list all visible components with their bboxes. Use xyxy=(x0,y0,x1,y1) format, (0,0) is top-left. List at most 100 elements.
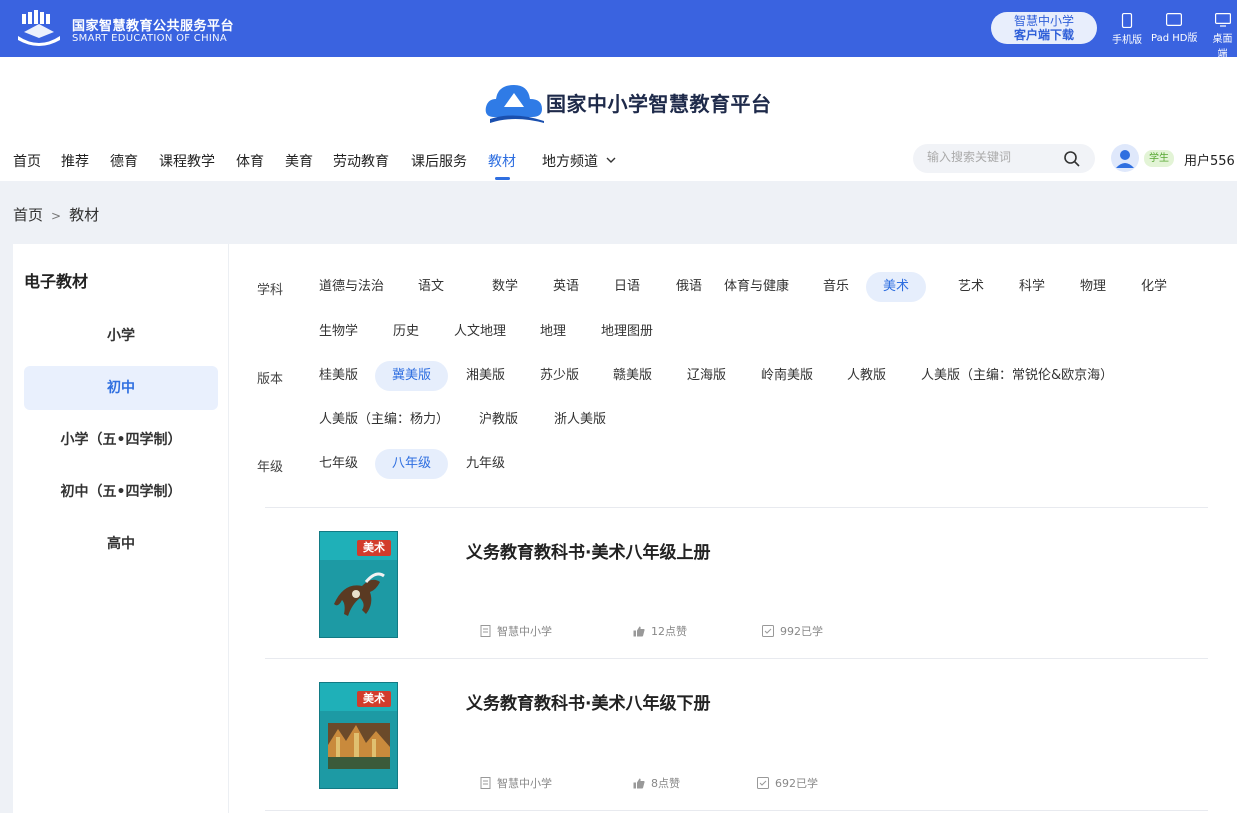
subject-label: 学科 xyxy=(257,283,284,298)
edition-chip-active[interactable]: 冀美版 xyxy=(375,361,449,391)
client-download-button[interactable]: 智慧中小学 客户端下载 xyxy=(991,12,1097,44)
sidebar-title: 电子教材 xyxy=(24,272,89,291)
breadcrumb-home[interactable]: 首页 xyxy=(13,206,43,224)
learners-count: 692已学 xyxy=(775,777,818,790)
edition-chip[interactable]: 苏少版 xyxy=(523,361,596,391)
subject-chip[interactable]: 地理 xyxy=(523,317,583,347)
chevron-down-icon xyxy=(606,157,616,163)
nav-textbooks[interactable]: 教材 xyxy=(488,151,516,171)
sidebar-item-senior[interactable]: 高中 xyxy=(24,522,218,566)
edition-chip[interactable]: 岭南美版 xyxy=(744,361,830,391)
subject-chip[interactable]: 日语 xyxy=(597,272,657,302)
edition-chip[interactable]: 湘美版 xyxy=(449,361,522,391)
subject-chip[interactable]: 科学 xyxy=(1002,272,1062,302)
likes-count: 8点赞 xyxy=(651,777,680,790)
edition-chip[interactable]: 人美版（主编：杨力） xyxy=(302,405,466,435)
top-bar: 国家智慧教育公共服务平台 SMART EDUCATION OF CHINA 智慧… xyxy=(0,0,1237,60)
document-icon xyxy=(480,777,491,789)
learned-icon xyxy=(762,625,774,637)
book-likes: 12点赞 xyxy=(633,623,687,639)
subject-chip[interactable]: 物理 xyxy=(1063,272,1123,302)
nav-sports[interactable]: 体育 xyxy=(236,151,264,171)
nav-recommend[interactable]: 推荐 xyxy=(61,151,89,171)
book-cover[interactable]: 美术 xyxy=(319,682,398,789)
book-title[interactable]: 义务教育教科书·美术八年级上册 xyxy=(466,538,710,563)
document-icon xyxy=(480,625,491,637)
likes-count: 12点赞 xyxy=(651,625,687,638)
cover-title: 美术 xyxy=(357,540,391,556)
search-box xyxy=(913,144,1095,173)
grade-chip-active[interactable]: 八年级 xyxy=(375,449,449,479)
edition-chip[interactable]: 赣美版 xyxy=(596,361,669,391)
breadcrumb-current: 教材 xyxy=(69,206,100,224)
device-phone[interactable]: 手机版 xyxy=(1112,13,1142,46)
username[interactable]: 用户556 xyxy=(1184,150,1235,169)
book-likes: 8点赞 xyxy=(633,775,680,791)
edition-chip[interactable]: 人美版（主编：常锐伦&欧京海） xyxy=(904,361,1130,391)
edition-chip[interactable]: 沪教版 xyxy=(462,405,535,435)
subject-chip[interactable]: 历史 xyxy=(376,317,436,347)
subject-chip[interactable]: 地理图册 xyxy=(584,317,670,347)
phone-icon xyxy=(1121,13,1133,28)
edition-chip[interactable]: 桂美版 xyxy=(302,361,375,391)
platform-subtitle: SMART EDUCATION OF CHINA xyxy=(72,33,228,44)
nav-moral[interactable]: 德育 xyxy=(110,151,138,171)
subject-chip[interactable]: 道德与法治 xyxy=(302,272,401,302)
subject-chip[interactable]: 英语 xyxy=(536,272,596,302)
cloud-book-logo-icon xyxy=(485,85,544,123)
grade-chip[interactable]: 九年级 xyxy=(449,449,522,479)
subject-chip[interactable]: 数学 xyxy=(475,272,535,302)
search-icon[interactable] xyxy=(1063,150,1081,168)
grade-chip[interactable]: 七年级 xyxy=(302,449,375,479)
site-header: 国家中小学智慧教育平台 首页 推荐 德育 课程教学 体育 美育 劳动教育 课后服… xyxy=(0,57,1237,181)
book-learners: 992已学 xyxy=(762,623,823,639)
subject-chip[interactable]: 生物学 xyxy=(302,317,375,347)
nav-arts[interactable]: 美育 xyxy=(285,151,313,171)
subject-chip[interactable]: 语文 xyxy=(401,272,461,302)
sidebar-item-junior[interactable]: 初中 xyxy=(24,366,218,410)
search-input[interactable] xyxy=(927,150,1057,164)
sidebar-item-primary[interactable]: 小学 xyxy=(24,314,218,358)
horse-illustration-icon xyxy=(334,572,385,616)
role-badge: 学生 xyxy=(1144,150,1174,167)
learners-count: 992已学 xyxy=(780,625,823,638)
edition-chip[interactable]: 浙人美版 xyxy=(537,405,623,435)
edition-label: 版本 xyxy=(257,372,284,387)
platform-logo-icon[interactable] xyxy=(14,10,64,46)
subject-chip[interactable]: 化学 xyxy=(1124,272,1184,302)
thumbs-up-icon xyxy=(633,778,645,789)
learned-icon xyxy=(757,777,769,789)
edition-chip[interactable]: 辽海版 xyxy=(670,361,743,391)
book-card[interactable]: 美术 义务教育教科书·美术八年级下册 智慧中小学 8点赞 692已学 xyxy=(265,659,1208,809)
nav-courses[interactable]: 课程教学 xyxy=(159,151,215,171)
edition-chip[interactable]: 人教版 xyxy=(830,361,903,391)
subject-chip[interactable]: 音乐 xyxy=(806,272,866,302)
nav-local-channel[interactable]: 地方频道 xyxy=(542,151,616,171)
brand-name: 国家中小学智慧教育平台 xyxy=(546,92,772,116)
publisher-name: 智慧中小学 xyxy=(497,777,552,790)
book-title[interactable]: 义务教育教科书·美术八年级下册 xyxy=(466,689,710,714)
nav-labor[interactable]: 劳动教育 xyxy=(333,151,389,171)
subject-chip[interactable]: 体育与健康 xyxy=(707,272,806,302)
subject-chip[interactable]: 艺术 xyxy=(941,272,1001,302)
device-pad-label: Pad HD版 xyxy=(1151,33,1198,44)
sidebar-item-junior-54[interactable]: 初中（五•四学制） xyxy=(24,470,218,514)
subject-chip[interactable]: 人文地理 xyxy=(437,317,523,347)
sidebar-item-primary-54[interactable]: 小学（五•四学制） xyxy=(24,418,218,462)
breadcrumb: 首页 > 教材 xyxy=(13,204,99,225)
platform-title[interactable]: 国家智慧教育公共服务平台 xyxy=(72,15,234,34)
avatar[interactable] xyxy=(1111,144,1139,172)
device-phone-label: 手机版 xyxy=(1112,35,1142,46)
device-pad[interactable]: Pad HD版 xyxy=(1151,13,1197,44)
breadcrumb-separator: > xyxy=(51,209,62,223)
book-card[interactable]: 美术 义务教育教科书·美术八年级上册 智慧中小学 12点赞 992已学 xyxy=(265,508,1208,658)
device-desktop[interactable]: 桌面端 xyxy=(1208,13,1237,60)
cover-title: 美术 xyxy=(357,691,391,707)
nav-after-school[interactable]: 课后服务 xyxy=(411,151,467,171)
book-cover[interactable]: 美术 xyxy=(319,531,398,638)
main-panel: 电子教材 小学 初中 小学（五•四学制） 初中（五•四学制） 高中 学科 道德与… xyxy=(13,244,1237,813)
nav-home[interactable]: 首页 xyxy=(13,151,41,171)
subject-chip-active[interactable]: 美术 xyxy=(866,272,927,302)
user-avatar-icon xyxy=(1116,150,1134,168)
book-learners: 692已学 xyxy=(757,775,818,791)
